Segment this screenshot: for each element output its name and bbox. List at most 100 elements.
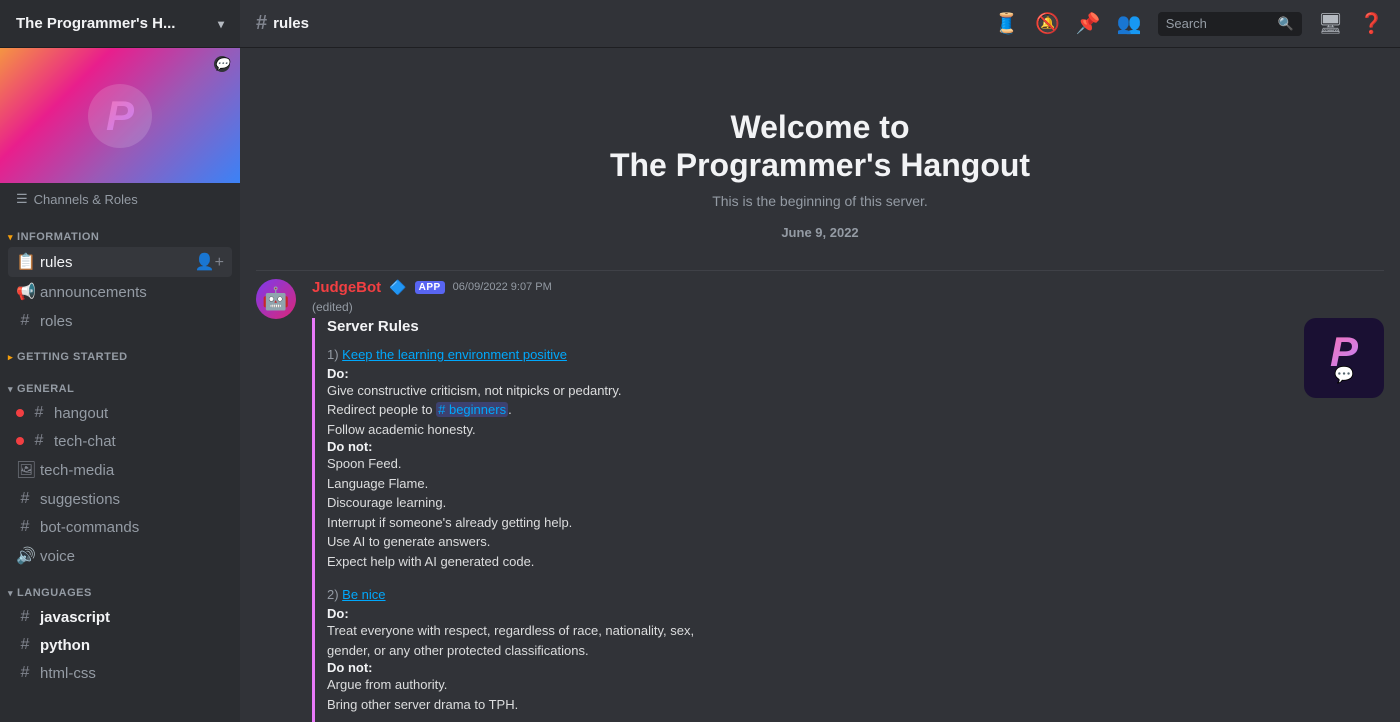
channel-name: announcements xyxy=(40,284,147,301)
inbox-icon[interactable]: 🖥 xyxy=(1318,11,1343,36)
announcements-icon: 📢 xyxy=(16,282,34,302)
help-icon[interactable]: ❓ xyxy=(1359,11,1384,36)
collapse-icon: ▾ xyxy=(8,232,13,243)
channel-name: suggestions xyxy=(40,491,120,508)
bot-verified-icon: 🔷 xyxy=(389,279,406,296)
hash-icon: # xyxy=(16,518,34,536)
list-icon: ☰ xyxy=(16,191,28,207)
channel-roles[interactable]: # roles xyxy=(8,307,232,335)
main-content: # rules 🧵 🔕 📌 👥 Search 🔍 🖥 ❓ Welcome to … xyxy=(240,0,1400,722)
rule-2-link[interactable]: Be nice xyxy=(342,587,385,602)
speech-bubble-icon: 💬 xyxy=(1334,365,1354,385)
hash-icon: # xyxy=(16,636,34,654)
channel-suggestions[interactable]: # suggestions xyxy=(8,485,232,513)
hash-icon: # xyxy=(16,608,34,626)
channel-rules[interactable]: 📋 rules 👤+ xyxy=(8,247,232,277)
welcome-subtitle: This is the beginning of this server. xyxy=(260,193,1380,209)
message-body: Server Rules 1) Keep the learning enviro… xyxy=(312,318,1384,722)
topbar-icons: 🧵 🔕 📌 👥 Search 🔍 🖥 ❓ xyxy=(994,11,1384,36)
pin-icon[interactable]: 📌 xyxy=(1076,11,1101,36)
category-label: GETTING STARTED xyxy=(17,351,128,363)
channels-roles-button[interactable]: ☰ Channels & Roles xyxy=(0,183,240,215)
search-icon: 🔍 xyxy=(1278,16,1294,32)
category-information[interactable]: ▾ INFORMATION xyxy=(0,215,240,247)
mute-icon[interactable]: 🔕 xyxy=(1035,11,1060,36)
welcome-title-line1: Welcome to The Programmer's Hangout xyxy=(260,108,1380,185)
channel-announcements[interactable]: 📢 announcements xyxy=(8,277,232,307)
rule-2-donot-label: Do not: xyxy=(327,660,1288,675)
hash-icon: # xyxy=(16,664,34,682)
collapse-icon: ▸ xyxy=(8,352,13,363)
rule-1-donot-label: Do not: xyxy=(327,439,1288,454)
channel-name: javascript xyxy=(40,609,110,626)
rule-2-header: 2) Be nice xyxy=(327,587,1288,602)
rule-1-do-text: Give constructive criticism, not nitpick… xyxy=(327,381,1288,440)
messages-area[interactable]: Welcome to The Programmer's Hangout This… xyxy=(240,48,1400,722)
rules-icon: 📋 xyxy=(16,252,34,272)
topbar-channel-name: # rules xyxy=(256,12,309,35)
channel-name: python xyxy=(40,637,90,654)
media-icon: 🖼 xyxy=(16,460,34,480)
category-label: INFORMATION xyxy=(17,231,99,243)
hash-icon: # xyxy=(16,490,34,508)
category-getting-started[interactable]: ▸ GETTING STARTED xyxy=(0,335,240,367)
rules-title: Server Rules xyxy=(327,318,1288,335)
category-general[interactable]: ▾ GENERAL xyxy=(0,367,240,399)
members-icon[interactable]: 👥 xyxy=(1117,11,1142,36)
channel-sidebar: The Programmer's H... ▾ P 💬 ☰ Channels &… xyxy=(0,0,240,722)
rule-1-donot-text: Spoon Feed. Language Flame. Discourage l… xyxy=(327,454,1288,571)
server-name: The Programmer's H... xyxy=(16,15,175,32)
channel-javascript[interactable]: # javascript xyxy=(8,603,232,631)
search-placeholder: Search xyxy=(1166,16,1272,31)
channel-title: rules xyxy=(273,15,309,32)
channel-name: tech-media xyxy=(40,462,114,479)
threads-icon[interactable]: 🧵 xyxy=(994,11,1019,36)
unread-dot xyxy=(16,437,24,445)
hash-icon: # xyxy=(256,12,267,35)
category-languages[interactable]: ▾ LANGUAGES xyxy=(0,571,240,603)
rule-1-link[interactable]: Keep the learning environment positive xyxy=(342,347,567,362)
channel-name: html-css xyxy=(40,665,96,682)
channel-mention[interactable]: # beginners xyxy=(436,402,508,417)
hash-icon: # xyxy=(30,404,48,422)
rule-2-do-text: Treat everyone with respect, regardless … xyxy=(327,621,1288,660)
collapse-icon: ▾ xyxy=(8,384,13,395)
rule-2: 2) Be nice Do: Treat everyone with respe… xyxy=(327,587,1288,714)
channel-name: tech-chat xyxy=(54,433,116,450)
message-header: JudgeBot 🔷 APP 06/09/2022 9:07 PM xyxy=(312,279,1384,296)
channel-name: hangout xyxy=(54,405,108,422)
category-label: LANGUAGES xyxy=(17,587,92,599)
logo-container: P 💬 xyxy=(1330,331,1358,385)
rule-1: 1) Keep the learning environment positiv… xyxy=(327,347,1288,572)
server-logo: P 💬 xyxy=(88,84,152,148)
unread-dot xyxy=(16,409,24,417)
channel-python[interactable]: # python xyxy=(8,631,232,659)
add-member-icon[interactable]: 👤+ xyxy=(195,252,224,272)
timestamp: 06/09/2022 9:07 PM xyxy=(453,281,552,293)
channel-tech-chat[interactable]: # tech-chat xyxy=(8,427,232,455)
hash-icon: # xyxy=(30,432,48,450)
bot-avatar-icon: 🤖 xyxy=(262,286,289,312)
collapse-icon: ▾ xyxy=(8,588,13,599)
server-logo-image: P 💬 xyxy=(1304,318,1384,398)
channel-tech-media[interactable]: 🖼 tech-media xyxy=(8,455,232,485)
rule-1-header: 1) Keep the learning environment positiv… xyxy=(327,347,1288,362)
username: JudgeBot xyxy=(312,279,381,296)
channel-bot-commands[interactable]: # bot-commands xyxy=(8,513,232,541)
channel-html-css[interactable]: # html-css xyxy=(8,659,232,687)
channel-name: roles xyxy=(40,313,73,330)
category-label: GENERAL xyxy=(17,383,74,395)
welcome-date: June 9, 2022 xyxy=(260,225,1380,240)
topbar: # rules 🧵 🔕 📌 👥 Search 🔍 🖥 ❓ xyxy=(240,0,1400,48)
channels-roles-label: Channels & Roles xyxy=(34,192,138,207)
search-bar[interactable]: Search 🔍 xyxy=(1158,12,1302,36)
chevron-down-icon: ▾ xyxy=(218,17,224,31)
hash-icon: # xyxy=(16,312,34,330)
server-banner: P 💬 xyxy=(0,48,240,183)
channel-hangout[interactable]: # hangout xyxy=(8,399,232,427)
app-badge: APP xyxy=(415,281,445,294)
channel-voice[interactable]: 🔊 voice xyxy=(8,541,232,571)
voice-icon: 🔊 xyxy=(16,546,34,566)
server-header[interactable]: The Programmer's H... ▾ xyxy=(0,0,240,48)
edited-label: (edited) xyxy=(312,300,1384,314)
